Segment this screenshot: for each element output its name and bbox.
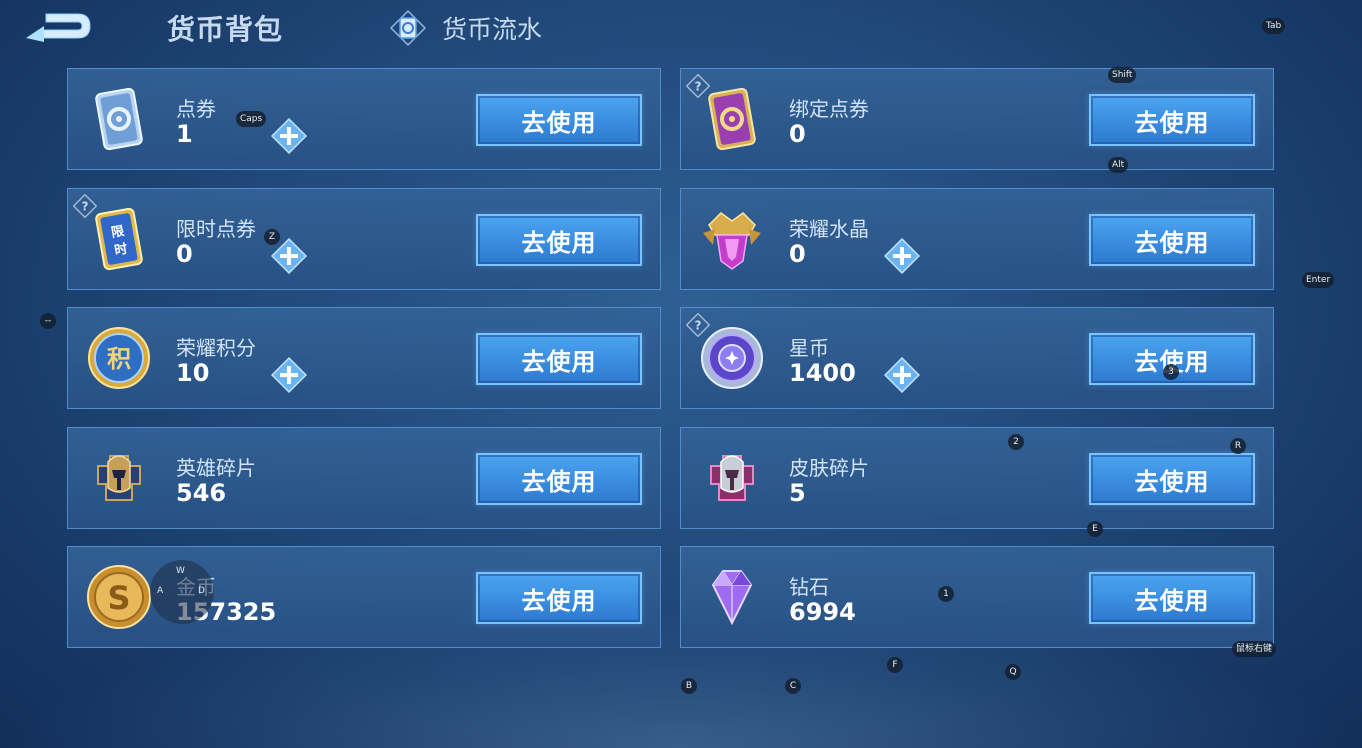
tab-currency-flow-label: 货币流水 [442,15,543,44]
currency-amount: 6994 [789,598,856,626]
help-icon[interactable]: ? [685,73,711,99]
svg-text:时: 时 [113,241,129,259]
currency-card: ? 绑定点券 0 去使用 [680,68,1274,170]
currency-name: 星币 [789,336,829,360]
skin-fragment-icon [699,444,765,512]
help-icon[interactable]: ? [685,312,711,338]
key-hint-f: F [887,657,903,673]
key-hint-2: 2 [1008,434,1024,450]
currency-amount: 546 [176,479,227,507]
currency-amount: 0 [789,120,806,148]
key-hint-r: R [1230,438,1246,454]
key-hint-tab: Tab [1262,18,1286,34]
currency-ticket-icon [389,9,427,47]
add-currency-plus-icon[interactable] [270,117,308,155]
currency-card: 点券 1 去使用 [67,68,661,170]
currency-name: 点券 [176,97,216,121]
currency-card: 积 荣耀积分 10 去使用 [67,307,661,409]
joystick-key-a: A [157,586,164,596]
key-hint-1: 1 [938,586,954,602]
currency-name: 钻石 [789,575,829,599]
currency-amount: 1 [176,120,193,148]
glory-crystal-icon [699,205,765,273]
svg-text:?: ? [695,319,702,333]
use-button[interactable]: 去使用 [476,333,642,385]
key-hint-right-click: 鼠标右键 [1232,641,1277,657]
currency-name: 皮肤碎片 [789,456,869,480]
currency-name: 限时点券 [176,217,256,241]
joystick-overlay: W A D [150,560,214,624]
add-currency-plus-icon[interactable] [270,356,308,394]
gold-coin-icon: S [86,563,152,631]
currency-name: 英雄碎片 [176,456,256,480]
joystick-key-w: W [176,566,185,576]
svg-text:?: ? [82,200,89,214]
currency-amount: 1400 [789,359,856,387]
help-icon[interactable]: ? [72,193,98,219]
currency-name: 荣耀水晶 [789,217,869,241]
key-hint-q: Q [1005,664,1021,680]
currency-name: 荣耀积分 [176,336,256,360]
currency-card: ? 星币 1400 去使用 [680,307,1274,409]
currency-card: 皮肤碎片 5 去使用 [680,427,1274,529]
diamond-icon [699,563,765,631]
add-currency-plus-icon[interactable] [883,237,921,275]
use-button[interactable]: 去使用 [476,453,642,505]
svg-text:S: S [107,579,130,617]
svg-text:积: 积 [107,345,131,373]
currency-name: 绑定点券 [789,97,869,121]
key-hint-z: Z [264,229,280,245]
key-hint-enter: Enter [1302,272,1335,288]
currency-card: 英雄碎片 546 去使用 [67,427,661,529]
joystick-key-d: D [198,586,205,596]
back-arrow-icon [26,13,91,42]
key-hint-alt: Alt [1108,157,1129,173]
currency-card: 钻石 6994 去使用 [680,546,1274,648]
svg-text:?: ? [695,80,702,94]
currency-amount: 10 [176,359,210,387]
key-hint-b: B [681,678,697,694]
use-button[interactable]: 去使用 [1089,572,1255,624]
key-hint-3: 3 [1163,364,1179,380]
currency-card: 荣耀水晶 0 去使用 [680,188,1274,290]
voucher-ticket-icon [86,85,152,153]
use-button[interactable]: 去使用 [1089,214,1255,266]
key-hint-c: C [785,678,801,694]
add-currency-plus-icon[interactable] [883,356,921,394]
hero-fragment-icon [86,444,152,512]
use-button[interactable]: 去使用 [476,572,642,624]
currency-card: 限时? 限时点券 0 去使用 [67,188,661,290]
tab-currency-flow[interactable]: 货币流水 [388,8,542,48]
use-button[interactable]: 去使用 [476,94,642,146]
key-hint-dash: -- [40,313,56,329]
key-hint-e: E [1087,521,1103,537]
tab-currency-wallet[interactable]: 货币背包 [167,8,283,48]
currency-amount: 0 [789,240,806,268]
key-hint-caps: Caps [236,111,267,127]
use-button[interactable]: 去使用 [1089,94,1255,146]
use-button[interactable]: 去使用 [476,214,642,266]
use-button[interactable]: 去使用 [1089,453,1255,505]
glory-points-icon: 积 [86,324,152,392]
currency-amount: 0 [176,240,193,268]
back-button[interactable] [22,8,94,44]
key-hint-shift: Shift [1108,67,1137,83]
currency-amount: 5 [789,479,806,507]
